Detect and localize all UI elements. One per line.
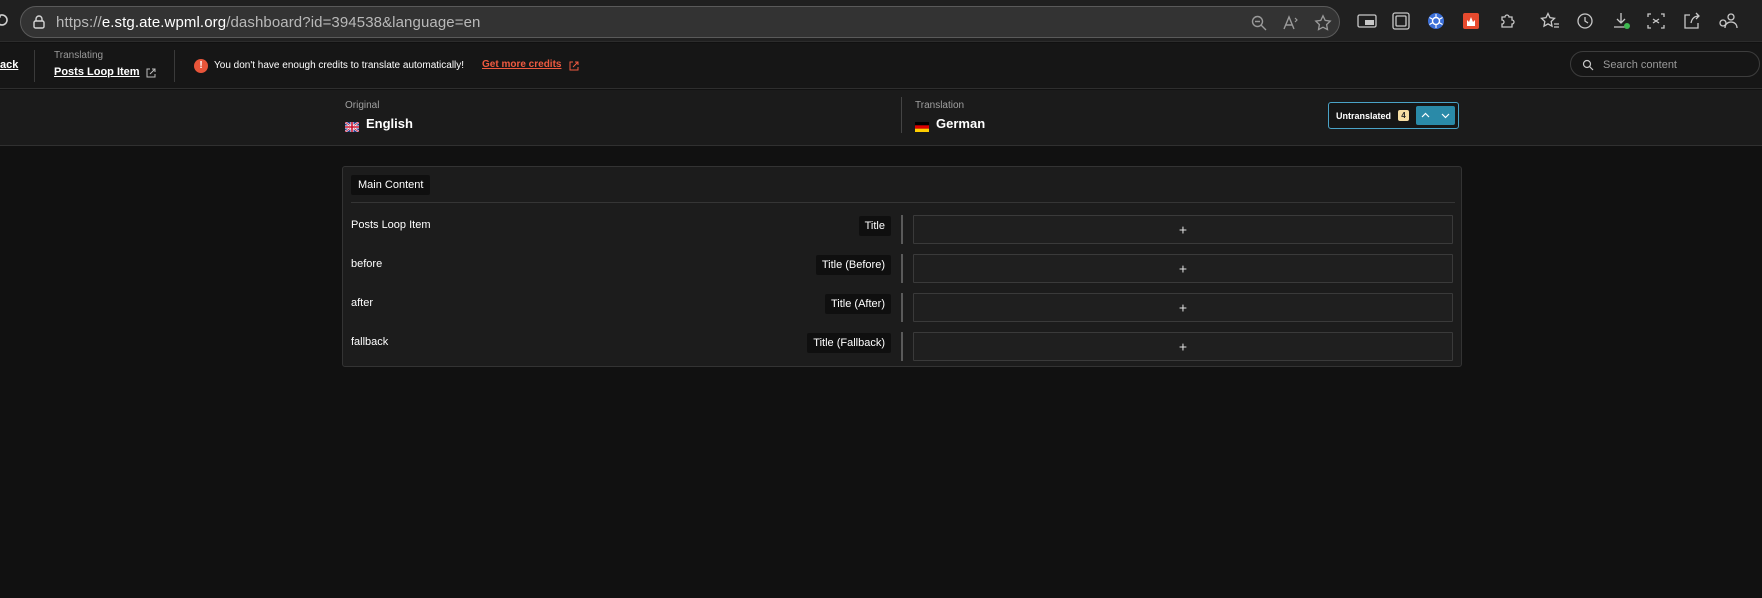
add-translation-button[interactable]: + bbox=[913, 254, 1453, 283]
favorites-icon[interactable] bbox=[1539, 11, 1561, 31]
get-credits-link[interactable]: Get more credits bbox=[482, 59, 561, 70]
document-title-link[interactable]: Posts Loop Item bbox=[54, 66, 140, 78]
filter-nav-buttons bbox=[1416, 106, 1455, 125]
original-language-name: English bbox=[366, 116, 413, 131]
translating-label: Translating bbox=[54, 50, 104, 61]
reload-icon[interactable] bbox=[0, 11, 10, 29]
segment-type-tag: Title (After) bbox=[825, 294, 891, 314]
share-icon[interactable] bbox=[1681, 11, 1703, 31]
segment-type-tag: Title (Before) bbox=[815, 255, 891, 275]
plus-icon: + bbox=[1178, 221, 1188, 238]
screenshot-icon[interactable] bbox=[1645, 11, 1667, 31]
untranslated-filter[interactable]: Untranslated 4 bbox=[1328, 102, 1459, 129]
lock-icon[interactable] bbox=[31, 14, 47, 30]
uk-flag-icon bbox=[344, 119, 360, 133]
segment-type-tag: Title bbox=[858, 216, 891, 236]
language-divider bbox=[901, 97, 902, 133]
add-translation-button[interactable]: + bbox=[913, 215, 1453, 244]
segment-source-text[interactable]: Posts Loop Item bbox=[351, 219, 431, 231]
url-scheme: https:// bbox=[56, 14, 102, 31]
read-aloud-icon[interactable] bbox=[1282, 14, 1300, 32]
external-link-icon[interactable] bbox=[568, 59, 580, 71]
segment-divider bbox=[901, 332, 903, 361]
add-translation-button[interactable]: + bbox=[913, 293, 1453, 322]
original-label: Original bbox=[345, 100, 380, 111]
main-content-panel: Main Content Posts Loop Item Title + bef… bbox=[342, 166, 1462, 367]
downloads-icon[interactable] bbox=[1610, 11, 1632, 31]
language-bar: Original English Translation German Untr… bbox=[0, 90, 1762, 146]
url-host: e.stg.ate.wpml.org bbox=[101, 14, 227, 31]
segment-type-tag: Title (Fallback) bbox=[807, 333, 891, 353]
untranslated-count-badge: 4 bbox=[1398, 110, 1409, 121]
search-input[interactable] bbox=[1603, 56, 1753, 73]
favorite-star-icon[interactable] bbox=[1314, 14, 1332, 32]
add-translation-button[interactable]: + bbox=[913, 332, 1453, 361]
translation-label: Translation bbox=[915, 100, 965, 111]
kubernetes-extension-icon[interactable] bbox=[1425, 11, 1447, 31]
browser-toolbar: https://e.stg.ate.wpml.org/dashboard?id=… bbox=[0, 0, 1762, 42]
segment-source-text[interactable]: before bbox=[351, 258, 382, 270]
german-flag-icon bbox=[915, 119, 929, 132]
segment-divider bbox=[901, 215, 903, 244]
header-divider bbox=[34, 50, 35, 82]
profile-icon[interactable] bbox=[1717, 11, 1739, 31]
segment-source-text[interactable]: fallback bbox=[351, 336, 388, 348]
translation-language-name: German bbox=[936, 116, 986, 131]
external-link-icon[interactable] bbox=[145, 66, 157, 78]
address-bar[interactable]: https://e.stg.ate.wpml.org/dashboard?id=… bbox=[20, 6, 1340, 38]
back-link[interactable]: ack bbox=[0, 59, 18, 71]
search-box[interactable] bbox=[1570, 51, 1760, 77]
warning-icon: ! bbox=[194, 59, 208, 73]
previous-chevron-up-icon[interactable] bbox=[1416, 106, 1435, 125]
tab-actions-icon[interactable] bbox=[1390, 11, 1412, 31]
picture-in-picture-icon[interactable] bbox=[1356, 11, 1378, 31]
section-divider bbox=[351, 202, 1455, 203]
url-path: /dashboard?id=394538&language=en bbox=[226, 14, 481, 31]
history-icon[interactable] bbox=[1574, 11, 1596, 31]
url-text[interactable]: https://e.stg.ate.wpml.org/dashboard?id=… bbox=[56, 14, 480, 31]
filter-label: Untranslated bbox=[1336, 111, 1392, 121]
app-header: ack Translating Posts Loop Item ! You do… bbox=[0, 43, 1762, 89]
header-divider bbox=[174, 50, 175, 82]
section-title: Main Content bbox=[351, 175, 431, 195]
credits-warning-text: You don't have enough credits to transla… bbox=[214, 60, 465, 71]
fire-extension-icon[interactable] bbox=[1460, 11, 1482, 31]
zoom-icon[interactable] bbox=[1250, 14, 1268, 32]
plus-icon: + bbox=[1178, 299, 1188, 316]
search-icon bbox=[1582, 58, 1594, 71]
next-chevron-down-icon[interactable] bbox=[1436, 106, 1455, 125]
extensions-puzzle-icon[interactable] bbox=[1497, 11, 1519, 31]
segment-divider bbox=[901, 293, 903, 322]
plus-icon: + bbox=[1178, 338, 1188, 355]
segment-source-text[interactable]: after bbox=[351, 297, 373, 309]
plus-icon: + bbox=[1178, 260, 1188, 277]
segment-divider bbox=[901, 254, 903, 283]
